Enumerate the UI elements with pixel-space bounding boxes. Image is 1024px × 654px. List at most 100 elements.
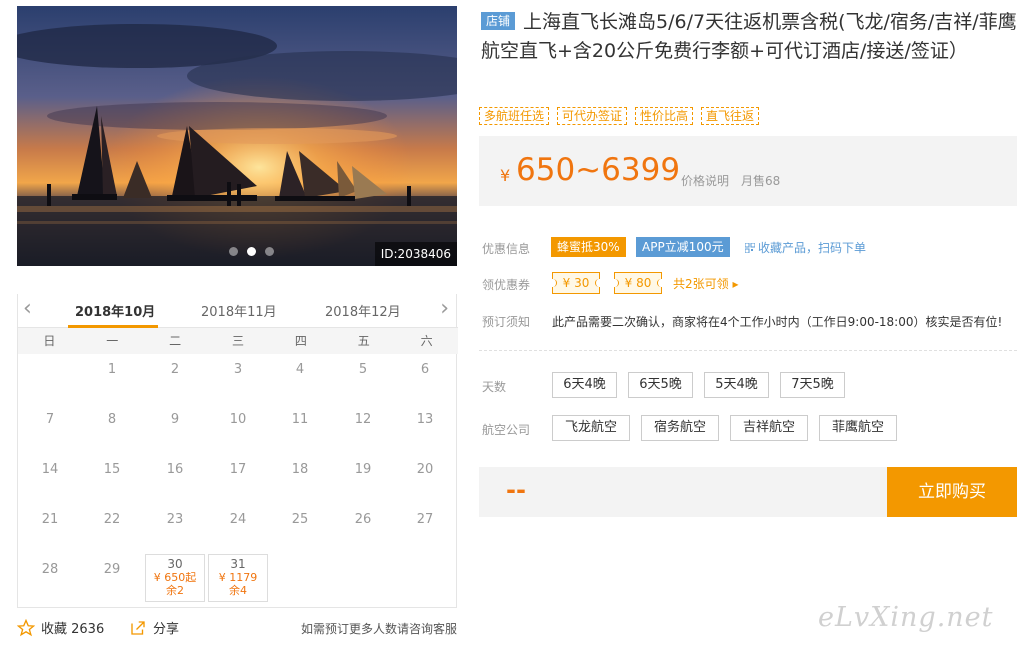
promo-honey-tag: 蜂蜜抵30% [551,237,626,257]
weekday-label: 五 [357,334,370,348]
price-currency: ¥ [500,166,511,185]
weekday-label: 六 [420,334,433,348]
calendar-day: 17 [229,462,247,477]
promo-app-tag: APP立减100元 [636,237,730,257]
buy-now-button[interactable]: 立即购买 [887,467,1017,517]
calendar-day: 7 [45,412,55,427]
airline-option[interactable]: 菲鹰航空 [819,415,897,441]
notice-text: 此产品需要二次确认，商家将在4个工作小时内（工作日9:00-18:00）核实是否… [552,315,1003,329]
airline-option[interactable]: 宿务航空 [641,415,719,441]
calendar-weekday-header: 日 一 二 三 四 五 六 [18,328,458,354]
calendar-month-tab[interactable]: 2018年12月 [325,301,401,320]
star-icon [17,618,35,636]
product-photo[interactable]: ID:2038406 [17,6,457,266]
carousel-dots[interactable] [229,247,274,256]
calendar-day: 5 [358,362,368,377]
store-badge: 店铺 [481,12,516,30]
calendar-day-grid: 1 2 3 4 5 6 7 8 9 10 11 12 13 14 15 16 17 18 19 20 21 22 23 24 2… [18,354,458,608]
price-explanation-link[interactable]: 价格说明 [681,172,729,189]
coupon-30[interactable]: ¥ 30 [549,272,603,294]
carousel-dot-active[interactable] [247,247,256,256]
purchase-bar: -- 立即购买 [479,467,1017,517]
carousel-dot[interactable] [265,247,274,256]
coupon-more-link[interactable]: 共2张可领 ▸ [673,275,738,292]
favorite-button[interactable]: 收藏 2636 [17,618,104,637]
airline-label: 航空公司 [482,423,531,437]
consult-text: 如需预订更多人数请咨询客服 [300,622,457,636]
share-label: 分享 [153,622,180,637]
price-panel: ¥ 650~6399 价格说明 月售68 [479,136,1017,206]
calendar-day: 29 [103,562,121,577]
calendar-day: 20 [416,462,434,477]
feature-tag: 可代办签证 [557,107,628,125]
calendar-day: 3 [233,362,243,377]
calendar-day: 27 [416,512,434,527]
scan-qr-link[interactable]: 收藏产品，扫码下单 [744,239,867,256]
share-icon [131,620,145,635]
days-label: 天数 [482,380,507,394]
days-option[interactable]: 5天4晚 [704,372,769,398]
days-option[interactable]: 7天5晚 [780,372,845,398]
airline-option[interactable]: 飞龙航空 [552,415,630,441]
coupon-80[interactable]: ¥ 80 [611,272,665,294]
calendar-month-tab[interactable]: 2018年10月 [75,301,155,320]
weekday-label: 四 [294,334,307,348]
carousel-dot[interactable] [229,247,238,256]
calendar-day: 11 [291,412,309,427]
calendar-day: 18 [291,462,309,477]
calendar-day: 25 [291,512,309,527]
calendar-day: 4 [295,362,305,377]
day-remaining: 余4 [229,584,247,597]
weekday-label: 日 [43,334,56,348]
share-button[interactable]: 分享 [129,618,179,637]
calendar-day: 22 [103,512,121,527]
calendar-month-tab[interactable]: 2018年11月 [201,301,277,320]
section-divider [479,350,1017,351]
favorite-count: 收藏 2636 [41,622,105,637]
calendar-day: 26 [354,512,372,527]
weekday-label: 三 [231,334,244,348]
monthly-sales: 月售68 [741,174,781,188]
qr-icon [744,242,756,254]
scan-qr-text: 收藏产品，扫码下单 [758,241,867,255]
airline-option[interactable]: 吉祥航空 [730,415,808,441]
days-option[interactable]: 6天5晚 [628,372,693,398]
day-number: 31 [230,557,246,571]
calendar-day: 6 [420,362,430,377]
price-range: 650~6399 [516,152,681,188]
chevron-left-icon[interactable]: ‹ [23,298,32,320]
feature-tag: 性价比高 [635,107,694,125]
calendar-day-available[interactable]: 30 ¥ 650起 余2 [145,554,205,602]
calendar-day: 28 [41,562,59,577]
calendar-day: 12 [354,412,372,427]
notice-label: 预订须知 [482,315,531,329]
calendar-day: 21 [41,512,59,527]
booking-calendar: ‹ 2018年10月 2018年11月 2018年12月 › 日 一 二 三 四… [17,294,458,608]
feature-tags: 多航班任选 可代办签证 性价比高 直飞往返 [479,107,760,125]
feature-tag: 多航班任选 [479,107,550,125]
selected-price: -- [506,476,526,504]
days-option[interactable]: 6天4晚 [552,372,617,398]
day-remaining: 余2 [166,584,184,597]
calendar-day: 2 [170,362,180,377]
product-title: 上海直飞长滩岛5/6/7天往返机票含税(飞龙/宿务/吉祥/菲鹰航空直飞+含20公… [481,11,1017,62]
calendar-day: 16 [166,462,184,477]
calendar-day: 1 [107,362,117,377]
calendar-day: 14 [41,462,59,477]
calendar-day: 8 [107,412,117,427]
calendar-day: 15 [103,462,121,477]
product-title-block: 店铺 上海直飞长滩岛5/6/7天往返机票含税(飞龙/宿务/吉祥/菲鹰航空直飞+含2… [481,8,1017,66]
coupon-label: 领优惠券 [482,278,531,292]
calendar-day-available[interactable]: 31 ¥ 1179 余4 [208,554,268,602]
photo-footer: 收藏 2636 分享 如需预订更多人数请咨询客服 [17,618,457,640]
day-number: 30 [167,557,183,571]
calendar-day: 19 [354,462,372,477]
calendar-day: 24 [229,512,247,527]
calendar-day: 10 [229,412,247,427]
photo-id-badge: ID:2038406 [374,242,457,266]
chevron-right-icon[interactable]: › [440,298,449,320]
sunset-sailboats-image [17,6,457,266]
promo-label: 优惠信息 [482,242,531,256]
feature-tag: 直飞往返 [701,107,760,125]
calendar-day: 13 [416,412,434,427]
